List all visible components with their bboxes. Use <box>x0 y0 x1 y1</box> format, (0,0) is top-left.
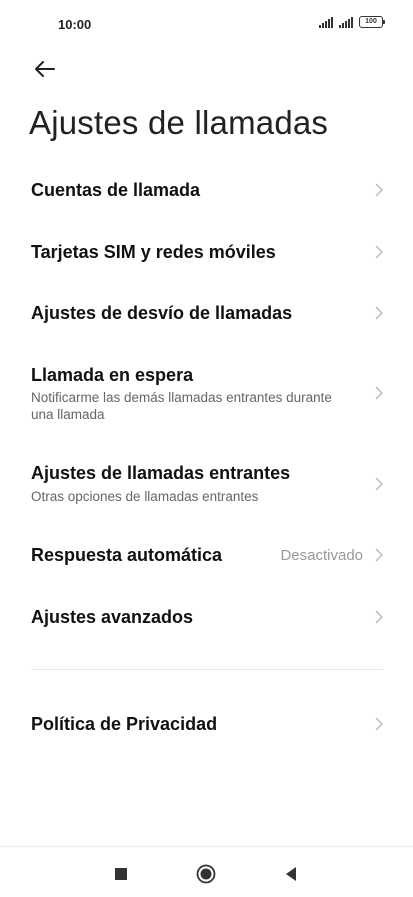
settings-item-incoming-calls[interactable]: Ajustes de llamadas entrantes Otras opci… <box>0 452 413 518</box>
chevron-right-icon <box>375 183 384 197</box>
status-time: 10:00 <box>58 17 92 32</box>
settings-item-sim-networks[interactable]: Tarjetas SIM y redes móviles <box>0 222 413 282</box>
page-title: Ajustes de llamadas <box>29 104 329 141</box>
item-label: Tarjetas SIM y redes móviles <box>31 242 276 262</box>
navigation-bar <box>0 846 413 897</box>
chevron-right-icon <box>375 245 384 259</box>
signal-icon <box>319 16 333 28</box>
chevron-right-icon <box>375 610 384 624</box>
settings-item-call-forwarding[interactable]: Ajustes de desvío de llamadas <box>0 283 413 343</box>
chevron-right-icon <box>375 477 384 491</box>
item-value: Desactivado <box>280 547 363 564</box>
chevron-right-icon <box>375 306 384 320</box>
arrow-left-icon <box>35 61 55 77</box>
item-description: Notificarme las demás llamadas entrantes… <box>31 390 332 422</box>
settings-item-call-waiting[interactable]: Llamada en espera Notificarme las demás … <box>0 352 413 434</box>
item-label: Respuesta automática <box>31 545 223 565</box>
chevron-right-icon <box>375 717 384 731</box>
item-description: Otras opciones de llamadas entrantes <box>31 489 259 504</box>
back-button[interactable] <box>30 54 60 84</box>
item-label: Ajustes de desvío de llamadas <box>31 303 293 323</box>
settings-item-advanced[interactable]: Ajustes avanzados <box>0 587 413 647</box>
square-icon <box>115 868 127 880</box>
battery-icon: 100 <box>359 16 385 28</box>
circle-icon <box>196 864 216 884</box>
settings-item-privacy-policy[interactable]: Política de Privacidad <box>0 694 413 754</box>
chevron-right-icon <box>375 548 384 562</box>
status-icons: 100 <box>319 16 385 28</box>
back-nav-button[interactable] <box>278 861 304 887</box>
recents-button[interactable] <box>108 861 134 887</box>
triangle-back-icon <box>286 867 296 881</box>
item-label: Ajustes de llamadas entrantes <box>31 463 291 483</box>
divider <box>31 669 383 670</box>
item-label: Cuentas de llamada <box>31 180 201 200</box>
item-label: Política de Privacidad <box>31 714 218 734</box>
settings-item-call-accounts[interactable]: Cuentas de llamada <box>0 160 413 220</box>
settings-item-auto-answer[interactable]: Respuesta automática Desactivado <box>0 525 413 585</box>
signal-icon <box>339 16 353 28</box>
item-label: Ajustes avanzados <box>31 607 194 627</box>
home-button[interactable] <box>193 861 219 887</box>
chevron-right-icon <box>375 386 384 400</box>
item-label: Llamada en espera <box>31 365 194 385</box>
status-bar: 10:00 100 <box>0 0 413 50</box>
